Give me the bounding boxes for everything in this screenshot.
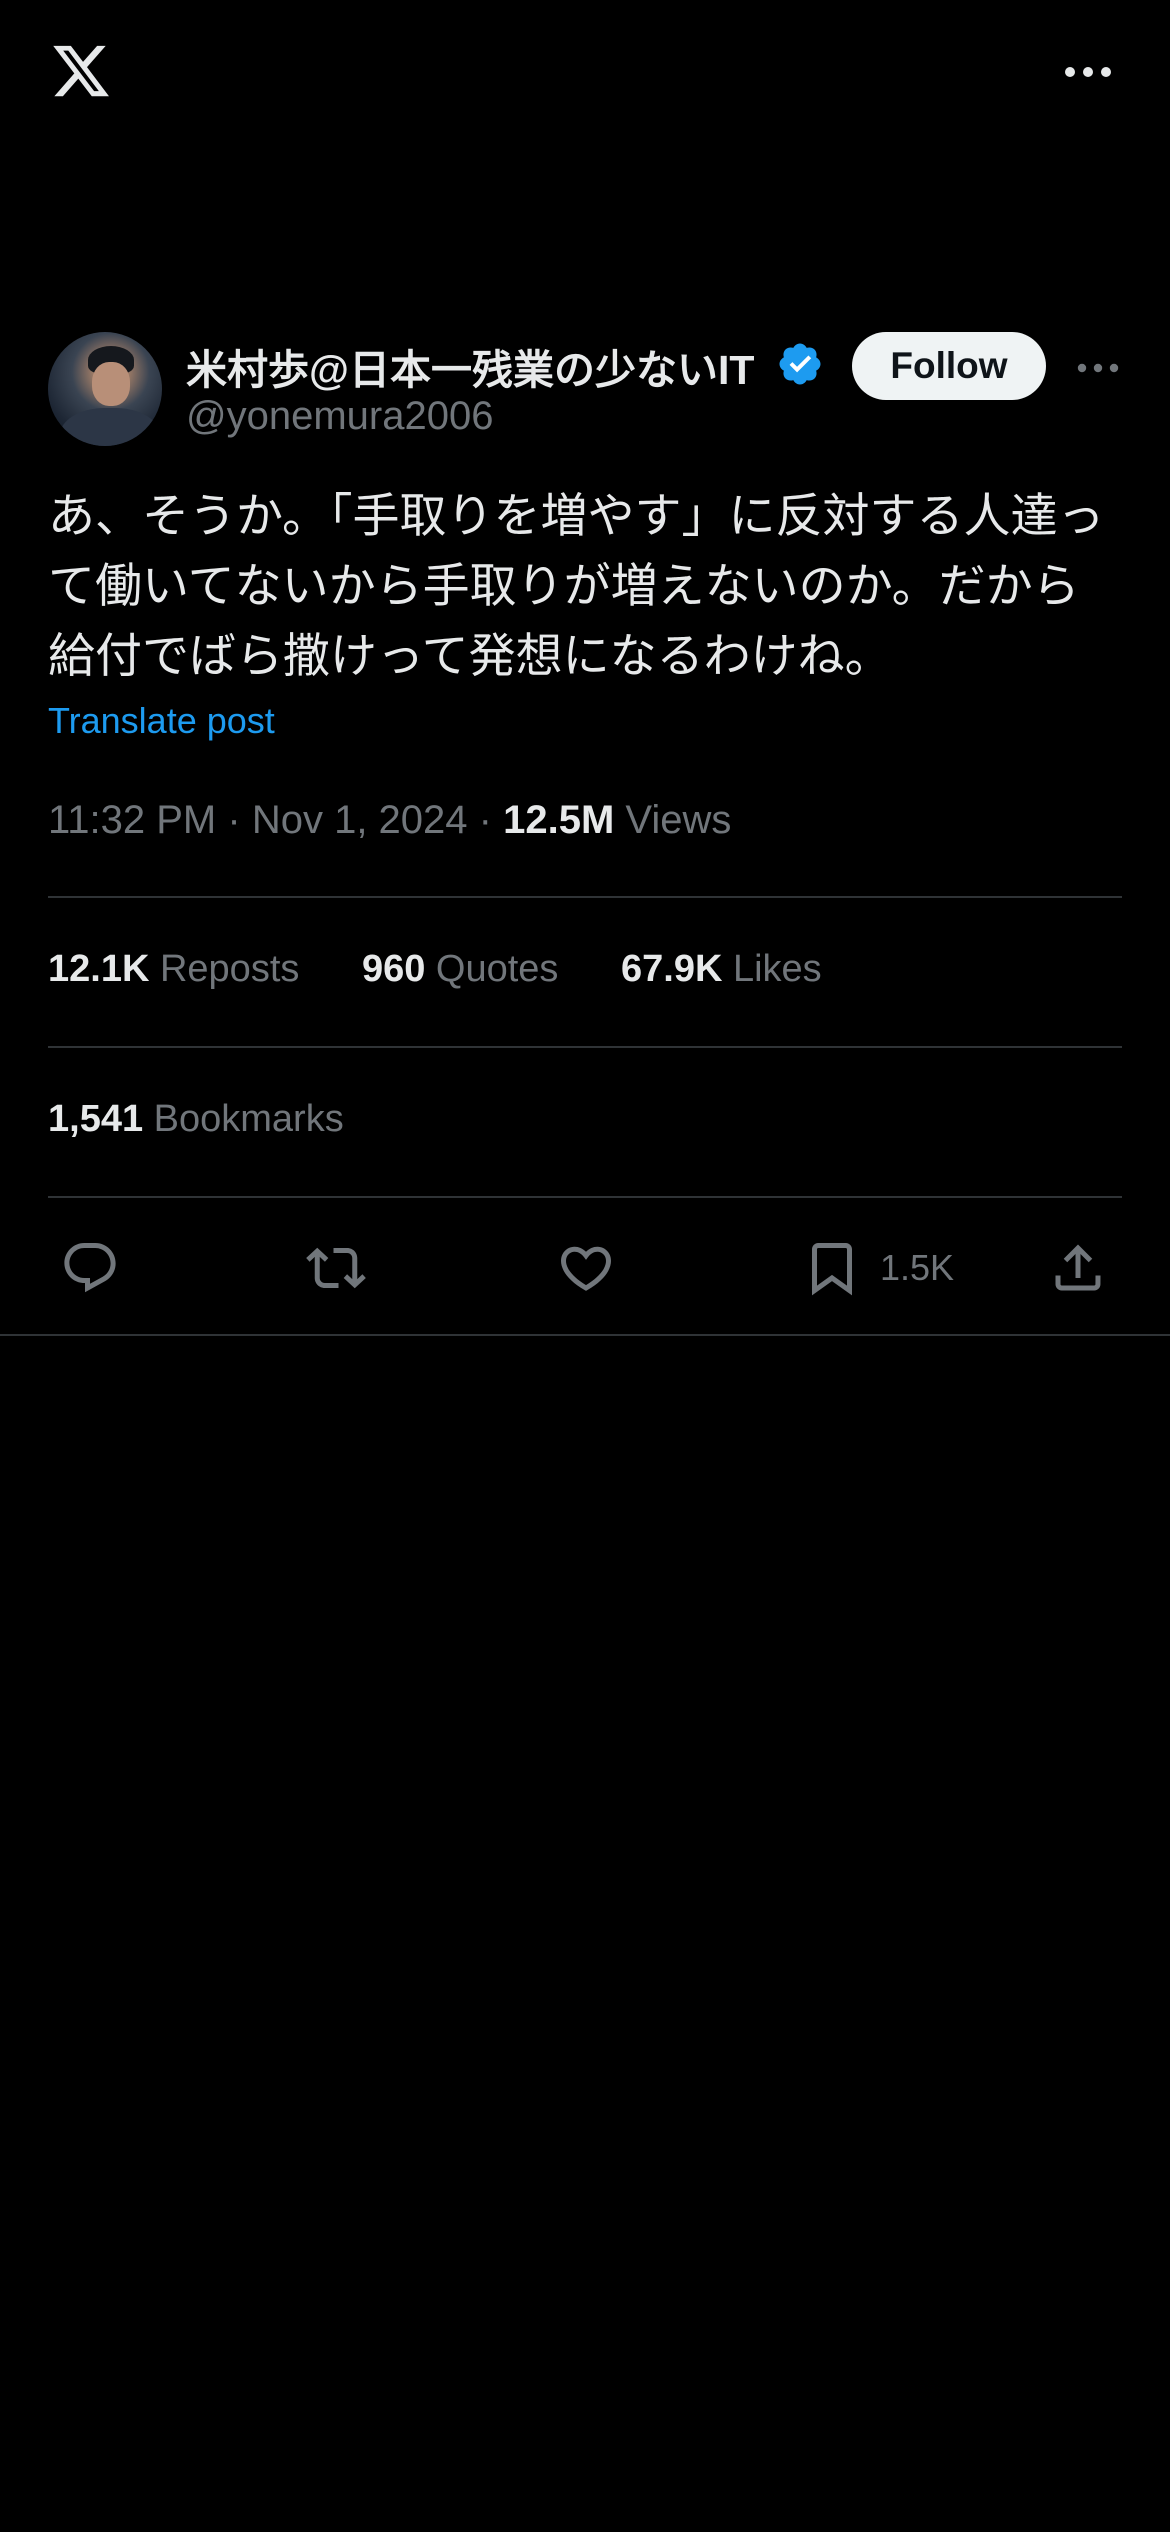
divider <box>48 1196 1122 1198</box>
likes-stat[interactable]: 67.9K Likes <box>621 948 822 991</box>
reply-icon <box>64 1243 116 1293</box>
quotes-label: Quotes <box>435 948 559 990</box>
quotes-stat[interactable]: 960 Quotes <box>362 948 559 991</box>
avatar[interactable] <box>48 332 162 446</box>
verified-badge-icon <box>779 343 821 385</box>
bookmarks-count: 1,541 <box>48 1098 144 1140</box>
reposts-label: Reposts <box>159 948 300 990</box>
bookmark-icon <box>812 1243 852 1296</box>
like-button[interactable] <box>556 1228 616 1308</box>
reposts-count: 12.1K <box>48 948 150 990</box>
engagement-stats: 12.1K Reposts 960 Quotes 67.9K Likes <box>48 948 874 991</box>
share-icon <box>1055 1244 1101 1291</box>
top-bar <box>0 0 1170 150</box>
views-label: Views <box>625 798 732 842</box>
post-time[interactable]: 11:32 PM <box>48 798 216 842</box>
post-author: 米村歩@日本一残業の少ないIT @yonemura2006 Follow <box>48 332 1122 452</box>
x-logo[interactable] <box>48 40 114 102</box>
views-count: 12.5M <box>503 798 615 842</box>
divider <box>48 896 1122 898</box>
bookmark-count: 1.5K <box>880 1247 955 1288</box>
bookmarks-stat[interactable]: 1,541 Bookmarks <box>48 1098 344 1141</box>
author-display-name[interactable]: 米村歩@日本一残業の少ないIT <box>186 336 754 396</box>
bookmarks-label: Bookmarks <box>153 1098 344 1140</box>
likes-count: 67.9K <box>621 948 723 990</box>
repost-button[interactable] <box>306 1228 366 1308</box>
meta-separator: · <box>478 798 492 842</box>
reply-button[interactable] <box>60 1228 120 1308</box>
translate-post-link[interactable]: Translate post <box>48 700 275 742</box>
divider <box>48 1046 1122 1048</box>
bookmark-button[interactable]: 1.5K <box>802 1228 954 1308</box>
post-text: あ、そうか。「手取りを増やす」に反対する人達って働いてないから手取りが増えないの… <box>48 489 1105 684</box>
reposts-stat[interactable]: 12.1K Reposts <box>48 948 299 991</box>
action-bar: 1.5K <box>0 1228 1170 1308</box>
quotes-count: 960 <box>361 948 426 990</box>
share-button[interactable] <box>1048 1228 1108 1308</box>
more-horizontal-icon[interactable] <box>1062 62 1114 82</box>
heart-icon <box>560 1246 612 1291</box>
post-more-icon[interactable] <box>1076 360 1120 376</box>
likes-label: Likes <box>732 948 822 990</box>
divider <box>0 1334 1170 1336</box>
follow-button[interactable]: Follow <box>852 332 1046 400</box>
post-meta: 11:32 PM · Nov 1, 2024 · 12.5M Views <box>48 798 731 843</box>
meta-separator: · <box>227 798 241 842</box>
post-date[interactable]: Nov 1, 2024 <box>252 798 468 842</box>
author-handle[interactable]: @yonemura2006 <box>186 394 493 439</box>
repost-icon <box>306 1247 366 1289</box>
